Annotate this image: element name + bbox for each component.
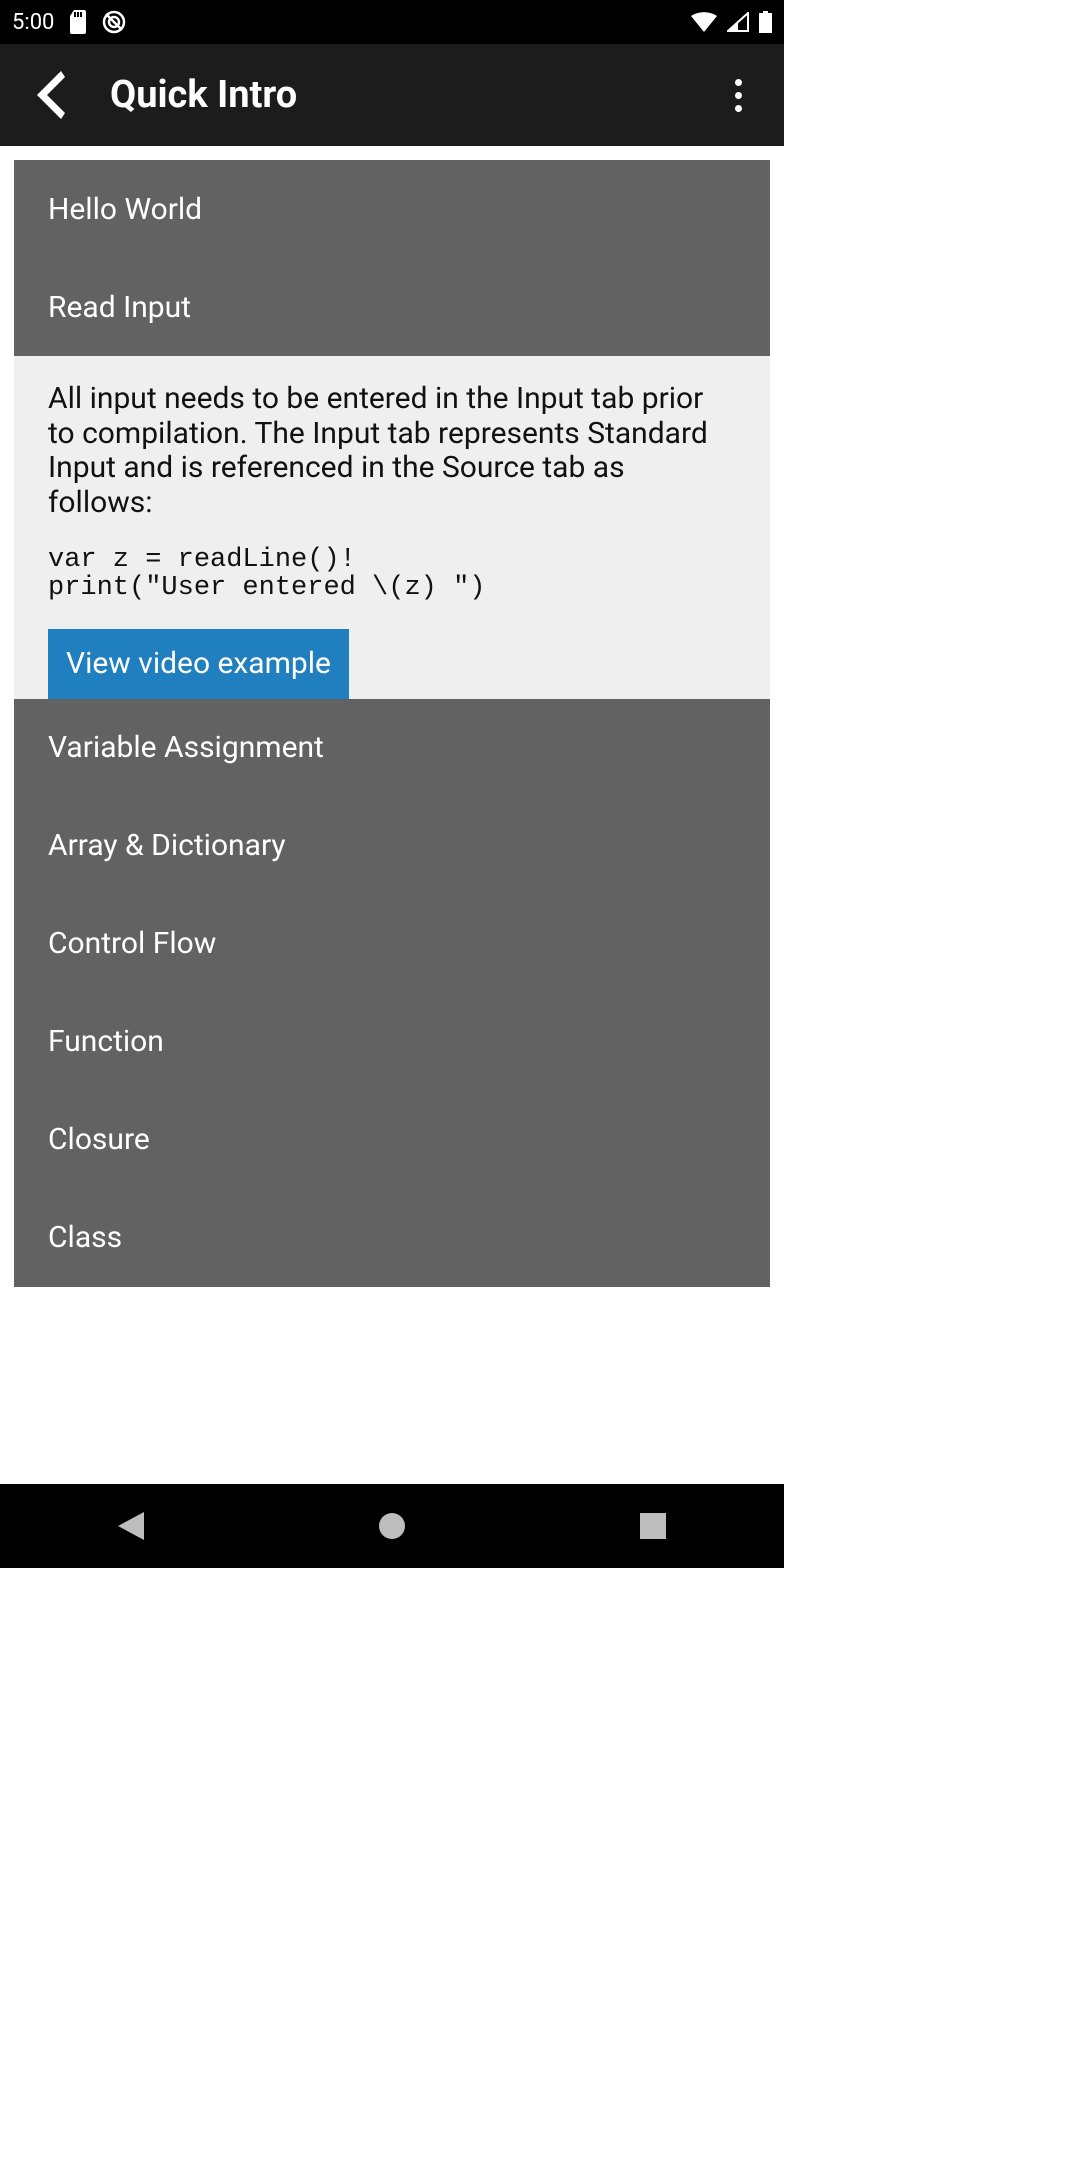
list-item-variable-assignment[interactable]: Variable Assignment — [14, 699, 770, 797]
list-item-control-flow[interactable]: Control Flow — [14, 895, 770, 993]
view-video-label: View video example — [66, 646, 331, 681]
list-item-label: Function — [48, 1024, 164, 1059]
nav-back-icon — [118, 1512, 144, 1540]
view-video-button[interactable]: View video example — [48, 629, 349, 699]
list-item-label: Array & Dictionary — [48, 828, 286, 863]
list-item-label: Closure — [48, 1122, 150, 1157]
list-item-function[interactable]: Function — [14, 993, 770, 1091]
more-vert-icon — [735, 79, 742, 86]
list-item-closure[interactable]: Closure — [14, 1091, 770, 1189]
list-item-label: Control Flow — [48, 926, 216, 961]
content-area: Hello World Read Input All input needs t… — [0, 146, 784, 1484]
list-item-class[interactable]: Class — [14, 1189, 770, 1287]
cell-signal-icon — [727, 12, 749, 32]
do-not-disturb-icon — [102, 10, 126, 34]
status-time: 5:00 — [12, 10, 54, 35]
list-item-array-dictionary[interactable]: Array & Dictionary — [14, 797, 770, 895]
battery-icon — [759, 11, 772, 33]
nav-home-icon — [377, 1511, 407, 1541]
nav-recent-icon — [640, 1513, 666, 1539]
list-item-label: Read Input — [48, 290, 191, 325]
nav-recent-button[interactable] — [613, 1496, 693, 1556]
detail-text: All input needs to be entered in the Inp… — [48, 382, 736, 520]
nav-home-button[interactable] — [352, 1496, 432, 1556]
list-item-read-input[interactable]: Read Input — [14, 258, 770, 356]
back-button[interactable] — [8, 53, 92, 137]
list-item-label: Variable Assignment — [48, 730, 324, 765]
list-item-hello-world[interactable]: Hello World — [14, 160, 770, 258]
sd-card-icon — [68, 10, 88, 34]
wifi-icon — [691, 12, 717, 32]
more-options-button[interactable] — [708, 65, 768, 125]
detail-panel: All input needs to be entered in the Inp… — [14, 356, 770, 699]
app-bar: Quick Intro — [0, 44, 784, 146]
page-title: Quick Intro — [110, 73, 297, 117]
status-bar: 5:00 — [0, 0, 784, 44]
chevron-left-icon — [35, 71, 65, 119]
list-item-label: Hello World — [48, 192, 202, 227]
system-nav-bar — [0, 1484, 784, 1568]
detail-code: var z = readLine()! print("User entered … — [48, 546, 736, 603]
nav-back-button[interactable] — [91, 1496, 171, 1556]
list-item-label: Class — [48, 1220, 122, 1255]
